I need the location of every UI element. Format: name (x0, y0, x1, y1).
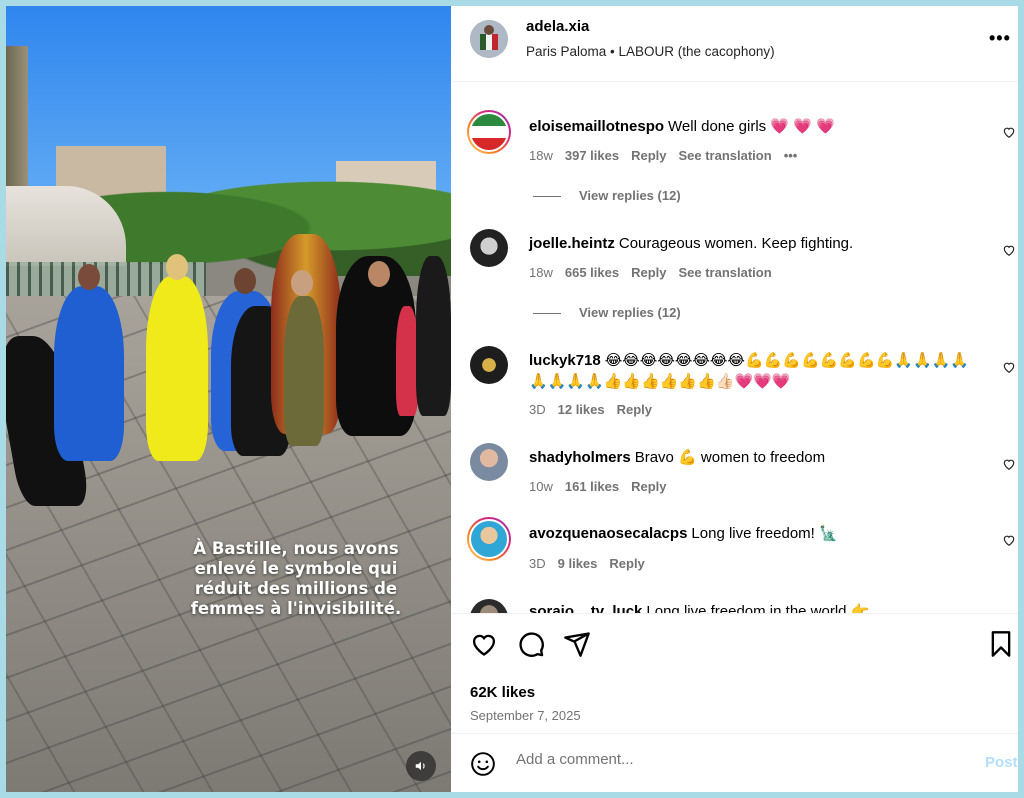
comment-meta: 3D 12 likes Reply (529, 402, 664, 417)
comment-username[interactable]: shadyholmers (529, 449, 631, 466)
comment-avatar[interactable] (470, 229, 508, 267)
comment-like-heart-icon[interactable] (1002, 457, 1016, 471)
comment-avatar[interactable] (470, 443, 508, 481)
speaker-icon (415, 761, 425, 771)
see-translation-button[interactable]: See translation (678, 265, 771, 280)
sound-toggle-button[interactable] (406, 751, 436, 781)
comment-text: Bravo 💪 women to freedom (634, 449, 826, 466)
figure-olive-dress (284, 296, 324, 446)
comment-meta: 3D 9 likes Reply (529, 556, 657, 571)
reply-button[interactable]: Reply (631, 265, 666, 280)
comment-body: luckyk718 😂😂😂😂😂😂😂😂💪💪💪💪💪💪💪💪🙏🙏🙏🙏🙏🙏🙏🙏👍👍👍👍👍👍👍… (529, 350, 974, 392)
comment-likes[interactable]: 397 likes (565, 148, 619, 163)
comment-age: 3D (529, 556, 546, 571)
comment-text: Well done girls 💗 💗 💗 (668, 118, 835, 135)
post-media[interactable]: À Bastille, nous avons enlevé le symbole… (6, 6, 451, 792)
emoji-smiley-icon[interactable] (470, 751, 496, 777)
figure-red-dress (396, 306, 418, 416)
reply-button[interactable]: Reply (617, 402, 652, 417)
comment-body: avozquenaosecalacps Long live freedom! 🗽 (529, 523, 979, 544)
view-replies-label: View replies (12) (579, 188, 681, 203)
comment-likes[interactable]: 665 likes (565, 265, 619, 280)
post-comment-button[interactable]: Post (985, 754, 1018, 771)
reply-button[interactable]: Reply (631, 148, 666, 163)
comment-username[interactable]: soraio__tv_luck (529, 603, 642, 613)
add-comment-bar: Post (451, 733, 1018, 792)
figure-black-dress-2 (416, 256, 451, 416)
comment-username[interactable]: luckyk718 (529, 352, 601, 369)
comment-username[interactable]: joelle.heintz (529, 235, 615, 252)
figure-head (166, 254, 188, 280)
comment-options-icon[interactable]: ••• (784, 148, 798, 163)
avatar-image (470, 20, 508, 58)
comment-body: joelle.heintz Courageous women. Keep figh… (529, 233, 979, 254)
figure-yellow-dress (146, 276, 208, 461)
see-translation-button[interactable]: See translation (678, 148, 771, 163)
more-options-icon[interactable]: ••• (989, 28, 1011, 49)
figure-head (234, 268, 256, 294)
comment-age: 10w (529, 479, 553, 494)
save-bookmark-icon[interactable] (987, 630, 1015, 658)
comment-age: 18w (529, 265, 553, 280)
comment-input[interactable] (516, 751, 966, 768)
audio-track[interactable]: Paris Paloma • LABOUR (the cacophony) (526, 44, 775, 59)
replies-divider (533, 196, 561, 198)
comment-likes[interactable]: 12 likes (558, 402, 605, 417)
comment-like-heart-icon[interactable] (1002, 125, 1016, 139)
like-heart-icon[interactable] (470, 630, 498, 658)
comment-body: shadyholmers Bravo 💪 women to freedom (529, 447, 979, 468)
avatar-image (469, 519, 509, 559)
comment-avatar[interactable] (470, 599, 508, 613)
figure-head (368, 261, 390, 287)
figure-head (291, 270, 313, 296)
view-replies-label: View replies (12) (579, 305, 681, 320)
reply-button[interactable]: Reply (609, 556, 644, 571)
post-date: September 7, 2025 (470, 708, 581, 723)
reply-button[interactable]: Reply (631, 479, 666, 494)
comment-text: Long live freedom! 🗽 (691, 525, 838, 542)
comment-username[interactable]: eloisemaillotnespo (529, 118, 664, 135)
comment-meta: 10w 161 likes Reply (529, 479, 678, 494)
comment-likes[interactable]: 161 likes (565, 479, 619, 494)
comment-username[interactable]: avozquenaosecalacps (529, 525, 687, 542)
comment-like-heart-icon[interactable] (1002, 533, 1016, 547)
post-modal: À Bastille, nous avons enlevé le symbole… (6, 6, 1018, 792)
post-actions: 62K likes September 7, 2025 (451, 613, 1018, 733)
figure-head (78, 264, 100, 290)
comment-meta: 18w 397 likes Reply See translation ••• (529, 148, 809, 163)
comments-list[interactable]: eloisemaillotnespo Well done girls 💗 💗 💗 … (451, 83, 1018, 613)
view-replies-button[interactable]: View replies (12) (533, 188, 681, 203)
comment-avatar[interactable] (470, 346, 508, 384)
post-likes-count[interactable]: 62K likes (470, 684, 535, 701)
comment-bubble-icon[interactable] (517, 630, 545, 658)
comment-age: 3D (529, 402, 546, 417)
author-username[interactable]: adela.xia (526, 18, 589, 35)
comment-body: soraio__tv_luck Long live freedom in the … (529, 601, 979, 613)
comment-like-heart-icon[interactable] (1002, 243, 1016, 257)
flag-avatar-image (469, 112, 509, 152)
post-side-panel: adela.xia Paris Paloma • LABOUR (the cac… (451, 6, 1018, 792)
comment-text: Long live freedom in the world 👉 (646, 603, 870, 613)
replies-divider (533, 313, 561, 315)
figure-blue-dress (54, 286, 124, 461)
comment-avatar[interactable] (467, 517, 511, 561)
comment-meta: 18w 665 likes Reply See translation (529, 265, 784, 280)
comment-body: eloisemaillotnespo Well done girls 💗 💗 💗 (529, 116, 979, 137)
comment-age: 18w (529, 148, 553, 163)
post-header: adela.xia Paris Paloma • LABOUR (the cac… (451, 6, 1018, 82)
comment-likes[interactable]: 9 likes (558, 556, 598, 571)
author-avatar[interactable] (470, 20, 508, 58)
share-send-icon[interactable] (563, 630, 591, 658)
comment-like-heart-icon[interactable] (1002, 360, 1016, 374)
media-caption-overlay: À Bastille, nous avons enlevé le symbole… (190, 539, 402, 618)
view-replies-button[interactable]: View replies (12) (533, 305, 681, 320)
comment-avatar[interactable] (467, 110, 511, 154)
comment-text: Courageous women. Keep fighting. (618, 235, 854, 252)
